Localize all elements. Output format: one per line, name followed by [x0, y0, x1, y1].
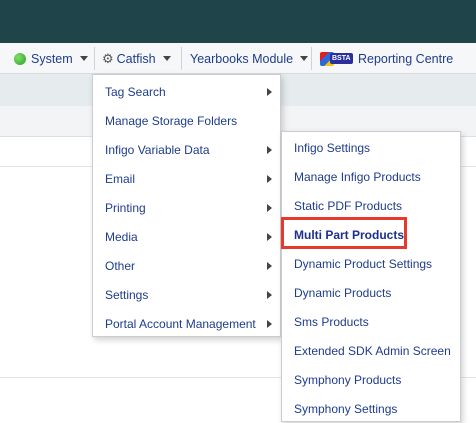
submenu-item-multi-part-products[interactable]: Multi Part Products [282, 220, 460, 249]
chevron-right-icon [267, 145, 272, 154]
submenu-item-label: Symphony Settings [294, 401, 398, 416]
menu-item-tag-search[interactable]: Tag Search [93, 77, 280, 106]
menu-catfish[interactable]: ⚙ Catfish [102, 43, 171, 74]
menu-item-printing[interactable]: Printing [93, 193, 280, 222]
submenu-item-label: Dynamic Product Settings [294, 256, 433, 271]
menu-divider [181, 47, 182, 70]
menu-item-label: Other [105, 258, 136, 273]
menu-item-email[interactable]: Email [93, 164, 280, 193]
main-menubar: System ⚙ Catfish Yearbooks Module BSTA R… [0, 43, 476, 74]
submenu-item-label: Manage Infigo Products [294, 169, 421, 184]
submenu-item-label: Multi Part Products [294, 227, 405, 242]
bsta-logo-icon: BSTA [320, 51, 354, 67]
submenu-item-symphony-products[interactable]: Symphony Products [282, 365, 460, 394]
menu-item-label: Portal Account Management [105, 316, 256, 331]
menu-item-infigo-variable-data[interactable]: Infigo Variable Data [93, 135, 280, 164]
submenu-item-dynamic-product-settings[interactable]: Dynamic Product Settings [282, 249, 460, 278]
chevron-down-icon [300, 56, 309, 61]
chevron-right-icon [267, 87, 272, 96]
menu-reporting-label: Reporting Centre [358, 51, 454, 66]
submenu-item-dynamic-products[interactable]: Dynamic Products [282, 278, 460, 307]
menu-divider [94, 47, 95, 70]
menu-catfish-label: Catfish [116, 51, 156, 66]
menu-item-portal-account-management[interactable]: Portal Account Management [93, 309, 280, 338]
menu-item-label: Printing [105, 200, 146, 215]
menu-item-other[interactable]: Other [93, 251, 280, 280]
catfish-dropdown-menu: Tag Search Manage Storage Folders Infigo… [92, 74, 281, 337]
menu-item-media[interactable]: Media [93, 222, 280, 251]
submenu-item-label: Static PDF Products [294, 198, 403, 213]
menu-item-label: Media [105, 229, 138, 244]
chevron-down-icon [79, 56, 88, 61]
submenu-item-infigo-settings[interactable]: Infigo Settings [282, 133, 460, 162]
menu-item-label: Email [105, 171, 136, 186]
submenu-item-static-pdf-products[interactable]: Static PDF Products [282, 191, 460, 220]
gear-icon: ⚙ [102, 50, 114, 66]
chevron-right-icon [267, 319, 272, 328]
menu-reporting-centre[interactable]: BSTA Reporting Centre [320, 43, 453, 74]
menu-item-manage-storage-folders[interactable]: Manage Storage Folders [93, 106, 280, 135]
chevron-right-icon [267, 290, 272, 299]
menu-item-label: Manage Storage Folders [105, 113, 238, 128]
submenu-item-label: Dynamic Products [294, 285, 392, 300]
menu-yearbooks-module[interactable]: Yearbooks Module [190, 43, 309, 74]
chevron-right-icon [267, 203, 272, 212]
chevron-right-icon [267, 232, 272, 241]
menu-item-label: Tag Search [105, 84, 166, 99]
menu-yearbooks-label: Yearbooks Module [190, 51, 294, 66]
menu-system[interactable]: System [14, 43, 88, 74]
menu-system-label: System [31, 51, 73, 66]
chevron-right-icon [267, 174, 272, 183]
submenu-item-extended-sdk-admin-screen[interactable]: Extended SDK Admin Screen [282, 336, 460, 365]
chevron-down-icon [162, 56, 171, 61]
menu-item-label: Infigo Variable Data [105, 142, 210, 157]
submenu-item-label: Extended SDK Admin Screen [294, 343, 451, 358]
submenu-item-symphony-settings[interactable]: Symphony Settings [282, 394, 460, 423]
submenu-item-sms-products[interactable]: Sms Products [282, 307, 460, 336]
submenu-item-manage-infigo-products[interactable]: Manage Infigo Products [282, 162, 460, 191]
top-header-bar [0, 0, 476, 43]
menu-item-label: Settings [105, 287, 149, 302]
menu-item-settings[interactable]: Settings [93, 280, 280, 309]
globe-icon [14, 52, 26, 65]
submenu-item-label: Sms Products [294, 314, 369, 329]
chevron-right-icon [267, 261, 272, 270]
menu-divider [311, 47, 312, 70]
submenu-item-label: Infigo Settings [294, 140, 371, 155]
submenu-item-label: Symphony Products [294, 372, 402, 387]
bsta-logo-text: BSTA [330, 52, 353, 64]
infigo-variable-data-submenu: Infigo Settings Manage Infigo Products S… [281, 131, 461, 422]
